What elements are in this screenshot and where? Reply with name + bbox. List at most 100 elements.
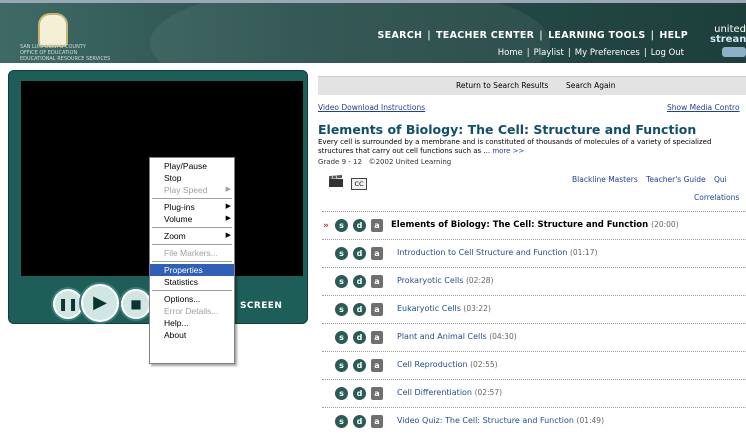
d-badge-icon[interactable]: d xyxy=(353,247,366,260)
nav-home[interactable]: Home xyxy=(498,48,523,58)
a-badge-icon[interactable]: a xyxy=(371,387,383,400)
menu-statistics[interactable]: Statistics xyxy=(150,276,234,288)
segment-title[interactable]: Video Quiz: The Cell: Structure and Func… xyxy=(397,416,604,425)
menu-plug-ins[interactable]: Plug-ins ▶ xyxy=(150,201,234,213)
segment-title[interactable]: Introduction to Cell Structure and Funct… xyxy=(397,248,597,257)
menu-separator xyxy=(152,261,232,262)
play-icon: ▶ xyxy=(93,292,107,313)
menu-volume[interactable]: Volume ▶ xyxy=(150,213,234,225)
menu-zoom[interactable]: Zoom ▶ xyxy=(150,230,234,242)
s-badge-icon[interactable]: s xyxy=(335,359,348,372)
submenu-arrow-icon: ▶ xyxy=(225,203,231,210)
s-badge-icon[interactable]: s xyxy=(335,247,348,260)
more-link[interactable]: more >> xyxy=(492,147,524,155)
a-badge-icon[interactable]: a xyxy=(371,275,383,288)
nav-log-out[interactable]: Log Out xyxy=(651,48,684,58)
menu-label: Statistics xyxy=(164,277,199,287)
segment-title-text: Eukaryotic Cells xyxy=(397,304,461,313)
a-badge-icon[interactable]: a xyxy=(371,247,383,260)
d-badge-icon[interactable]: d xyxy=(353,219,366,232)
menu-play-pause[interactable]: Play/Pause xyxy=(150,160,234,172)
blackline-masters-link[interactable]: Blackline Masters xyxy=(572,175,638,184)
s-badge-icon[interactable]: s xyxy=(335,275,348,288)
site-header: SAN LUIS OBISPO COUNTY OFFICE OF EDUCATI… xyxy=(0,3,746,63)
a-badge-icon[interactable]: a xyxy=(371,219,383,232)
s-badge-icon[interactable]: s xyxy=(335,387,348,400)
quiz-link[interactable]: Qui xyxy=(714,175,727,184)
resource-links: Blackline Masters Teacher's Guide Qui xyxy=(572,175,733,184)
player-context-menu: Play/Pause Stop Play Speed ▶ Plug-ins ▶ Vo… xyxy=(149,157,235,364)
menu-properties[interactable]: Properties xyxy=(150,264,234,276)
s-badge-icon[interactable]: s xyxy=(335,219,348,232)
d-badge-icon[interactable]: d xyxy=(353,387,366,400)
full-screen-button[interactable]: SCREEN xyxy=(240,301,282,311)
menu-options[interactable]: Options... xyxy=(150,293,234,305)
pause-icon: ❚❚ xyxy=(57,297,79,311)
logo-line-3: EDUCATIONAL RESOURCE SERVICES xyxy=(20,56,111,62)
stop-button[interactable]: ■ xyxy=(121,289,151,319)
a-badge-icon[interactable]: a xyxy=(371,331,383,344)
d-badge-icon[interactable]: d xyxy=(353,359,366,372)
d-badge-icon[interactable]: d xyxy=(353,415,366,428)
play-button[interactable]: ▶ xyxy=(81,284,119,322)
d-badge-icon[interactable]: d xyxy=(353,275,366,288)
s-badge-icon[interactable]: s xyxy=(335,331,348,344)
segment-duration: (01:49) xyxy=(576,416,604,425)
copyright: ©2002 United Learning xyxy=(368,158,452,166)
menu-separator xyxy=(152,244,232,245)
menu-label: Volume xyxy=(164,214,193,224)
segment-title-text: Plant and Animal Cells xyxy=(397,332,487,341)
segment-row: s d a Introduction to Cell Structure and… xyxy=(322,239,746,267)
nav-search[interactable]: SEARCH xyxy=(378,30,423,41)
segment-title[interactable]: Plant and Animal Cells (04:30) xyxy=(397,332,517,341)
menu-label: Play/Pause xyxy=(164,161,207,171)
segment-row: s d a Prokaryotic Cells (02:28) xyxy=(322,267,746,295)
teachers-guide-link[interactable]: Teacher's Guide xyxy=(646,175,705,184)
nav-help[interactable]: HELP xyxy=(659,30,688,41)
stop-icon: ■ xyxy=(130,297,142,311)
a-badge-icon[interactable]: a xyxy=(371,415,383,428)
menu-file-markers: File Markers... xyxy=(150,247,234,259)
submenu-arrow-icon: ▶ xyxy=(225,186,231,193)
segment-title[interactable]: Elements of Biology: The Cell: Structure… xyxy=(391,220,679,230)
menu-help[interactable]: Help... xyxy=(150,317,234,329)
segment-title[interactable]: Cell Differentiation (02:57) xyxy=(397,388,502,397)
clapperboard-icon[interactable] xyxy=(329,175,343,187)
s-badge-icon[interactable]: s xyxy=(335,415,348,428)
segment-row: s d a Video Quiz: The Cell: Structure an… xyxy=(322,407,746,435)
a-badge-icon[interactable]: a xyxy=(371,303,383,316)
d-badge-icon[interactable]: d xyxy=(353,331,366,344)
s-badge-icon[interactable]: s xyxy=(335,303,348,316)
video-download-instructions-link[interactable]: Video Download Instructions xyxy=(318,103,425,112)
search-again-link[interactable]: Search Again xyxy=(566,77,615,95)
a-badge-icon[interactable]: a xyxy=(371,359,383,372)
video-title: Elements of Biology: The Cell: Structure… xyxy=(318,122,697,137)
nav-teacher-center[interactable]: TEACHER CENTER xyxy=(436,30,534,41)
menu-label: Play Speed xyxy=(164,185,208,195)
segment-title[interactable]: Prokaryotic Cells (02:28) xyxy=(397,276,493,285)
pause-button[interactable]: ❚❚ xyxy=(53,289,83,319)
nav-learning-tools[interactable]: LEARNING TOOLS xyxy=(548,30,645,41)
brand-logo: united strean xyxy=(710,25,746,57)
county-logo[interactable]: SAN LUIS OBISPO COUNTY OFFICE OF EDUCATI… xyxy=(20,13,110,62)
segment-row: s d a Plant and Animal Cells (04:30) xyxy=(322,323,746,351)
brand-swoosh-icon xyxy=(722,47,746,57)
logo-emblem-icon xyxy=(38,13,68,47)
menu-stop[interactable]: Stop xyxy=(150,172,234,184)
menu-separator xyxy=(152,290,232,291)
return-to-search-results-link[interactable]: Return to Search Results xyxy=(456,77,548,95)
d-badge-icon[interactable]: d xyxy=(353,303,366,316)
closed-caption-icon[interactable]: CC xyxy=(351,178,367,190)
menu-label: Help... xyxy=(164,318,189,328)
segment-title[interactable]: Eukaryotic Cells (03:22) xyxy=(397,304,491,313)
nav-my-preferences[interactable]: My Preferences xyxy=(575,48,640,58)
menu-label: Properties xyxy=(164,265,203,275)
menu-about[interactable]: About xyxy=(150,329,234,341)
segment-title[interactable]: Cell Reproduction (02:55) xyxy=(397,360,498,369)
menu-label: About xyxy=(164,330,187,340)
segment-list: » s d a Elements of Biology: The Cell: S… xyxy=(322,211,746,435)
correlations-link[interactable]: Correlations xyxy=(694,193,739,202)
nav-playlist[interactable]: Playlist xyxy=(534,48,564,58)
show-media-controls-link[interactable]: Show Media Contro xyxy=(667,103,740,112)
menu-label: Options... xyxy=(164,294,201,304)
